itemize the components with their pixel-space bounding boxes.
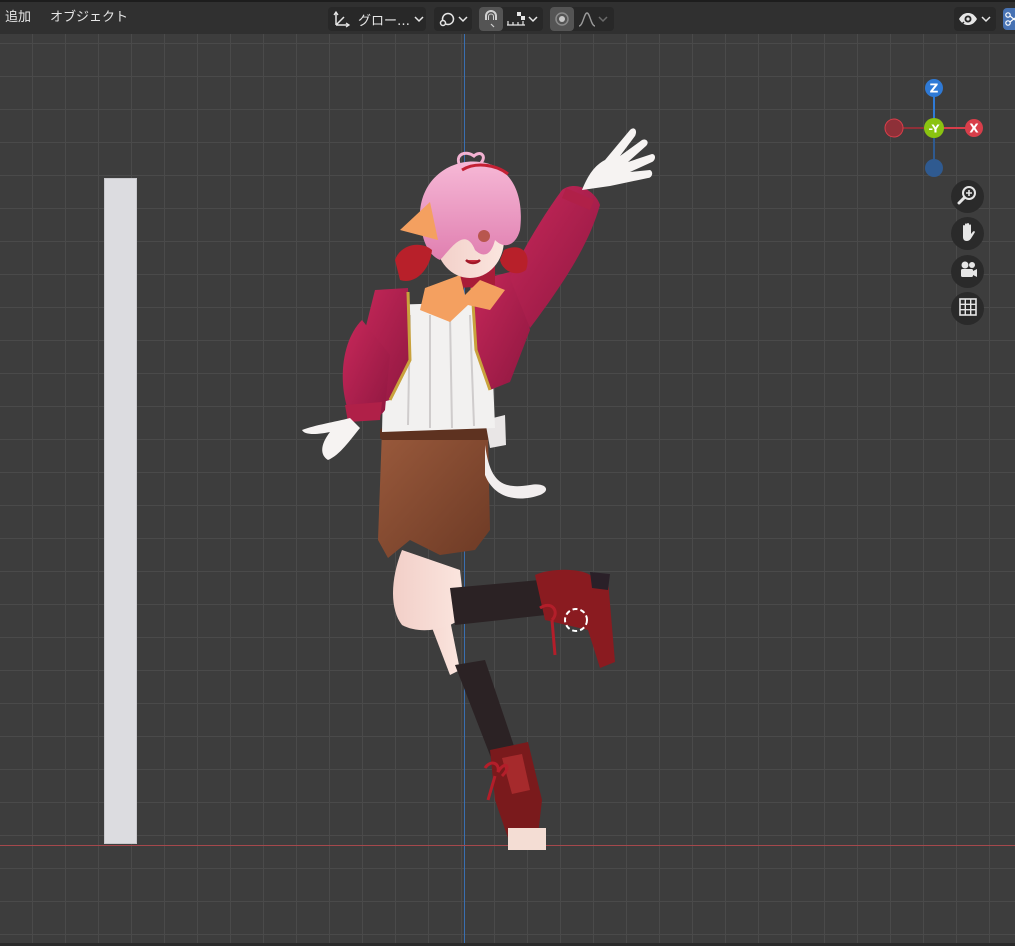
chevron-down-icon — [414, 15, 424, 23]
plane-object[interactable] — [104, 178, 137, 844]
gizmo-neg-x-axis[interactable] — [884, 118, 904, 138]
shorts — [378, 430, 490, 558]
menu-add[interactable]: 追加 — [5, 9, 31, 27]
viewport-header: 追加 オブジェクト グロー… — [0, 0, 1015, 34]
raised-boot-sole — [590, 572, 610, 590]
transform-orientation-label: グロー… — [358, 13, 411, 29]
snap-magnet-icon[interactable] — [479, 7, 503, 31]
ortho-toggle-button[interactable] — [951, 292, 984, 325]
zoom-button[interactable] — [951, 180, 984, 213]
falloff-curve-icon[interactable] — [578, 10, 596, 28]
pivot-point-icon — [438, 10, 456, 28]
navigation-gizmo[interactable]: Z X -Y — [880, 74, 990, 184]
gizmo-z-label: Z — [930, 82, 939, 96]
gizmo-neg-y-label: -Y — [929, 123, 941, 136]
mouth — [465, 259, 481, 265]
character-model[interactable] — [290, 110, 670, 860]
blender-3d-viewport-window: 追加 オブジェクト グロー… Z X -Y — [0, 0, 1015, 946]
raised-sock — [450, 580, 546, 625]
camera-view-icon — [957, 259, 979, 285]
pan-button[interactable] — [951, 217, 984, 250]
chevron-down-icon — [528, 15, 538, 23]
transform-orientation-dropdown[interactable]: グロー… — [328, 7, 426, 31]
transform-orientation-icon — [332, 10, 350, 28]
overlay-icon — [1003, 12, 1015, 34]
gizmo-x-label: X — [969, 122, 979, 136]
chevron-down-icon — [981, 15, 991, 23]
snapping-group — [479, 7, 543, 31]
zoom-icon — [957, 184, 979, 210]
tail — [485, 445, 547, 499]
right-hand — [582, 128, 655, 190]
pan-hand-icon — [957, 221, 979, 247]
visibility-eye-icon — [958, 11, 978, 27]
proportional-editing-group — [550, 7, 614, 31]
gizmo-neg-z-axis[interactable] — [925, 159, 943, 177]
overlay-toggle-button[interactable] — [1003, 8, 1015, 30]
ortho-grid-icon — [957, 296, 979, 322]
proportional-editing-icon[interactable] — [550, 7, 574, 31]
eye — [478, 230, 490, 242]
camera-view-button[interactable] — [951, 255, 984, 288]
hair-ribbon-right — [500, 247, 528, 274]
chevron-down-icon — [458, 15, 468, 23]
menu-object[interactable]: オブジェクト — [50, 9, 128, 27]
left-hand — [302, 418, 360, 460]
pivot-point-dropdown[interactable] — [434, 7, 472, 31]
chevron-down-icon — [598, 15, 608, 23]
hair-ribbon-left — [395, 244, 432, 281]
foot-sole — [508, 828, 546, 850]
object-visibility-dropdown[interactable] — [954, 7, 996, 31]
snap-increment-icon[interactable] — [506, 10, 526, 28]
